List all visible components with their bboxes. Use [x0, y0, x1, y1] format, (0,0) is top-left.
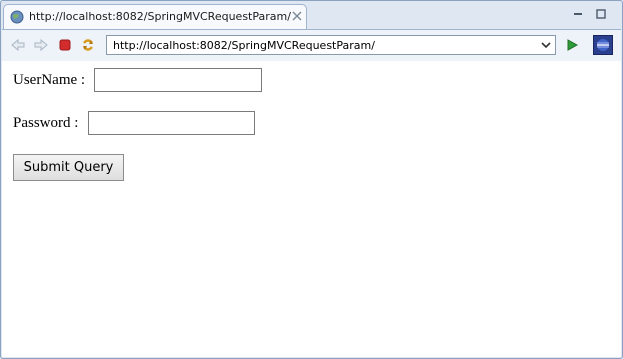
go-arrow-icon[interactable] — [564, 37, 580, 53]
maximize-icon[interactable] — [594, 7, 608, 21]
password-label: Password : — [13, 115, 79, 131]
tab-page[interactable]: http://localhost:8082/SpringMVCRequestPa… — [3, 4, 307, 29]
submit-query-button[interactable]: Submit Query — [13, 154, 124, 181]
page-content: UserName : Password : Submit Query — [2, 61, 621, 357]
tab-title: http://localhost:8082/SpringMVCRequestPa… — [29, 10, 291, 23]
chevron-down-icon[interactable] — [541, 41, 551, 49]
password-input[interactable] — [88, 111, 255, 135]
globe-icon — [10, 10, 24, 24]
minimize-icon[interactable] — [571, 7, 585, 21]
stop-icon[interactable] — [57, 37, 73, 53]
browser-window: http://localhost:8082/SpringMVCRequestPa… — [0, 0, 623, 359]
url-text[interactable]: http://localhost:8082/SpringMVCRequestPa… — [113, 39, 375, 52]
username-label: UserName : — [13, 72, 86, 88]
eclipse-icon[interactable] — [593, 35, 613, 55]
browser-toolbar: http://localhost:8082/SpringMVCRequestPa… — [2, 29, 621, 61]
close-icon[interactable] — [291, 10, 303, 22]
back-arrow-icon[interactable] — [10, 37, 26, 53]
refresh-icon[interactable] — [80, 37, 96, 53]
forward-arrow-icon[interactable] — [33, 37, 49, 53]
tab-bar: http://localhost:8082/SpringMVCRequestPa… — [1, 1, 622, 29]
username-input[interactable] — [94, 68, 262, 92]
address-bar[interactable]: http://localhost:8082/SpringMVCRequestPa… — [106, 35, 556, 55]
